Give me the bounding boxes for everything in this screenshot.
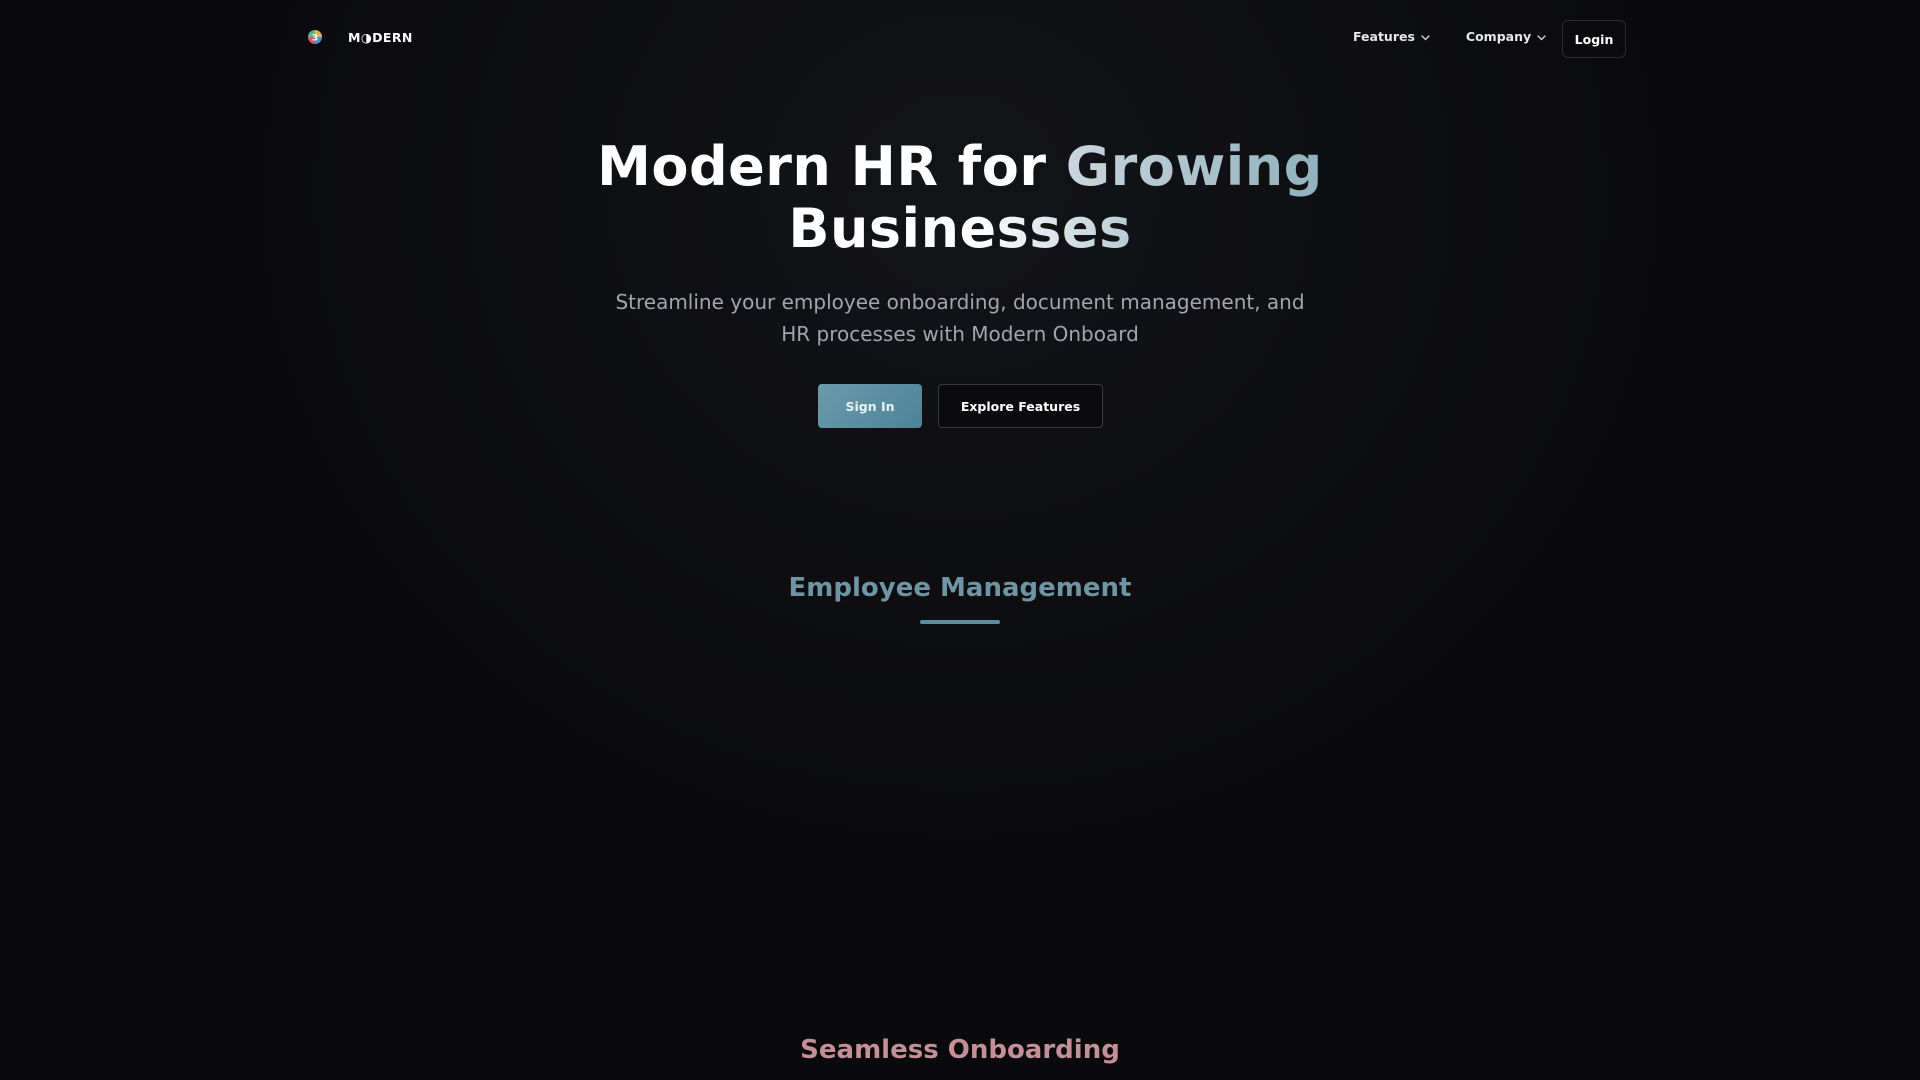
chevron-down-icon xyxy=(1421,34,1430,40)
hero-subtitle: Streamline your employee onboarding, doc… xyxy=(560,286,1360,350)
landing-page: 3 M◑DERN Features Company Login Modern H… xyxy=(0,0,1920,1080)
hero-subtitle-line2: HR processes with Modern Onboard xyxy=(781,322,1139,346)
sign-in-button[interactable]: Sign In xyxy=(818,384,922,428)
nav-company-label: Company xyxy=(1465,29,1532,44)
explore-features-button[interactable]: Explore Features xyxy=(938,384,1103,428)
nav-company-dropdown[interactable]: Company xyxy=(1466,29,1546,44)
hero-title-part3: Businesses xyxy=(788,197,1132,260)
brand-home-link[interactable]: 3 M◑DERN xyxy=(306,28,413,46)
section-title-employee-management: Employee Management xyxy=(788,573,1132,603)
top-navbar: 3 M◑DERN Features Company Login xyxy=(0,0,1920,80)
hero-title-highlight: Growing xyxy=(1065,135,1323,198)
login-button[interactable]: Login xyxy=(1562,20,1626,58)
nav-menu: Features Company xyxy=(1353,29,1546,44)
chevron-down-icon xyxy=(1537,34,1546,40)
svg-text:3: 3 xyxy=(312,34,318,44)
modern-logo-icon: 3 xyxy=(308,30,322,44)
section-title-seamless-onboarding: Seamless Onboarding xyxy=(800,1035,1120,1065)
hero-cta-row: Sign In Explore Features xyxy=(0,384,1920,428)
brand-name: M◑DERN xyxy=(348,29,413,45)
nav-features-label: Features xyxy=(1353,29,1415,44)
nav-features-dropdown[interactable]: Features xyxy=(1353,29,1430,44)
section-title-underline xyxy=(920,620,1000,624)
hero-title-part1: Modern HR for xyxy=(597,135,1066,198)
hero-subtitle-line1: Streamline your employee onboarding, doc… xyxy=(615,290,1305,314)
hero-title: Modern HR for Growing Businesses xyxy=(460,136,1460,260)
